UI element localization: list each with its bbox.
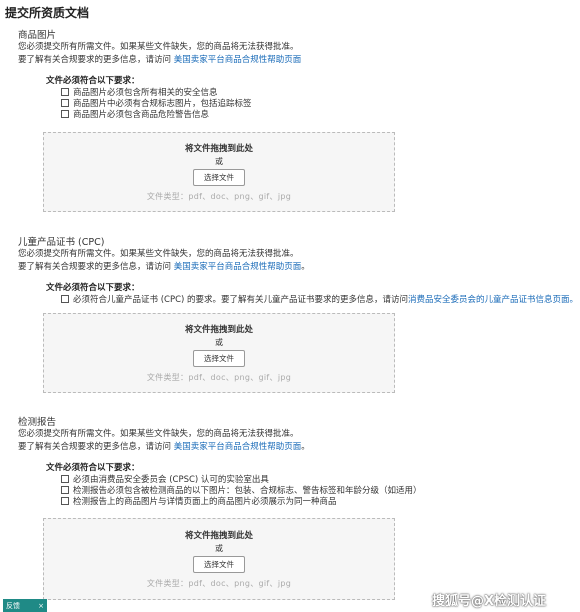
requirements-list: 必须符合儿童产品证书 (CPC) 的要求。要了解有关儿童产品证书要求的更多信息，… [61,293,578,305]
requirement-item[interactable]: 检测报告必须包含被检测商品的以下图片：包装、合规标志、警告标签和年龄分级（如适用… [61,484,422,496]
file-types: 文件类型：pdf、doc、png、gif、jpg [146,373,292,382]
requirement-item[interactable]: 商品图片必须包含商品危险警告信息 [61,108,301,120]
requirements-title: 文件必须符合以下要求： [46,76,140,86]
requirement-text: 必须符合儿童产品证书 (CPC) 的要求。要了解有关儿童产品证书要求的更多信息，… [73,294,409,305]
requirements-list: 商品图片必须包含所有相关的安全信息 商品图片中必须有合规标志图片，包括追踪标签 … [61,86,301,120]
learn-more-prefix: 要了解有关合规要求的更多信息，请访问 [18,442,172,452]
file-dropzone[interactable]: 将文件拖拽到此处 或 选择文件 文件类型：pdf、doc、png、gif、jpg [43,313,395,393]
requirement-text: 检测报告上的商品图片与详情页面上的商品图片必须展示为同一种商品 [73,496,337,507]
file-dropzone[interactable]: 将文件拖拽到此处 或 选择文件 文件类型：pdf、doc、png、gif、jpg [43,132,395,212]
help-link[interactable]: 美国卖家平台商品合规性帮助页面 [174,442,302,452]
learn-more-suffix: 。 [301,262,310,272]
requirement-checkbox[interactable] [61,485,69,494]
section-title: 儿童产品证书 (CPC) [18,237,105,248]
requirement-checkbox[interactable] [61,109,69,118]
watermark: 搜狐号@X检测认证 [432,594,547,609]
file-types: 文件类型：pdf、doc、png、gif、jpg [146,192,292,201]
requirements-title: 文件必须符合以下要求： [46,463,140,473]
requirement-item[interactable]: 检测报告上的商品图片与详情页面上的商品图片必须展示为同一种商品 [61,495,422,507]
dropzone-or: 或 [215,157,223,166]
file-types: 文件类型：pdf、doc、png、gif、jpg [146,579,292,588]
missing-notice: 您必须提交所有所需文件。如果某些文件缺失，您的商品将无法获得批准。 [18,429,299,439]
requirement-item[interactable]: 必须符合儿童产品证书 (CPC) 的要求。要了解有关儿童产品证书要求的更多信息，… [61,293,578,305]
requirement-checkbox[interactable] [61,294,69,303]
missing-notice: 您必须提交所有所需文件。如果某些文件缺失，您的商品将无法获得批准。 [18,42,299,52]
requirement-checkbox[interactable] [61,98,69,107]
dropzone-title: 将文件拖拽到此处 [184,144,253,154]
choose-file-button[interactable]: 选择文件 [193,556,245,573]
learn-more-suffix: 。 [301,442,310,452]
requirement-item[interactable]: 必须由消费品安全委员会 (CPSC) 认可的实验室出具 [61,473,422,485]
choose-file-button[interactable]: 选择文件 [193,350,245,367]
help-link[interactable]: 美国卖家平台商品合规性帮助页面 [174,55,302,65]
cpsc-cpc-link[interactable]: 消费品安全委员会的儿童产品证书信息页面。 [408,293,578,305]
feedback-button[interactable]: 反馈 × [3,599,47,612]
feedback-label: 反馈 [6,601,20,610]
requirement-text: 商品图片必须包含商品危险警告信息 [73,109,210,120]
requirements-list: 必须由消费品安全委员会 (CPSC) 认可的实验室出具 检测报告必须包含被检测商… [61,473,422,507]
file-dropzone[interactable]: 将文件拖拽到此处 或 选择文件 文件类型：pdf、doc、png、gif、jpg [43,518,395,600]
choose-file-button[interactable]: 选择文件 [193,169,245,186]
requirement-item[interactable]: 商品图片中必须有合规标志图片，包括追踪标签 [61,97,301,109]
section-title: 商品图片 [18,30,57,41]
missing-notice: 您必须提交所有所需文件。如果某些文件缺失，您的商品将无法获得批准。 [18,249,299,259]
section-test-report: 检测报告 您必须提交所有所需文件。如果某些文件缺失，您的商品将无法获得批准。 要… [18,414,422,507]
page-title: 提交所资质文档 [5,6,90,20]
learn-more-prefix: 要了解有关合规要求的更多信息，请访问 [18,55,172,65]
requirement-checkbox[interactable] [61,474,69,483]
section-cpc: 儿童产品证书 (CPC) 您必须提交所有所需文件。如果某些文件缺失，您的商品将无… [18,234,578,305]
section-product-images: 商品图片 您必须提交所有所需文件。如果某些文件缺失，您的商品将无法获得批准。 要… [18,27,301,120]
dropzone-title: 将文件拖拽到此处 [184,531,253,541]
section-title: 检测报告 [18,417,57,428]
requirements-title: 文件必须符合以下要求： [46,283,140,293]
learn-more: 要了解有关合规要求的更多信息，请访问 美国卖家平台商品合规性帮助页面。 [18,261,578,274]
dropzone-or: 或 [215,544,223,553]
dropzone-title: 将文件拖拽到此处 [184,325,253,335]
requirement-checkbox[interactable] [61,496,69,505]
help-link[interactable]: 美国卖家平台商品合规性帮助页面 [174,262,302,272]
requirement-checkbox[interactable] [61,87,69,96]
learn-more-prefix: 要了解有关合规要求的更多信息，请访问 [18,262,172,272]
close-icon[interactable]: × [38,602,44,610]
requirement-item[interactable]: 商品图片必须包含所有相关的安全信息 [61,86,301,98]
dropzone-or: 或 [215,338,223,347]
learn-more: 要了解有关合规要求的更多信息，请访问 美国卖家平台商品合规性帮助页面。 [18,441,422,454]
learn-more: 要了解有关合规要求的更多信息，请访问 美国卖家平台商品合规性帮助页面 [18,54,301,67]
